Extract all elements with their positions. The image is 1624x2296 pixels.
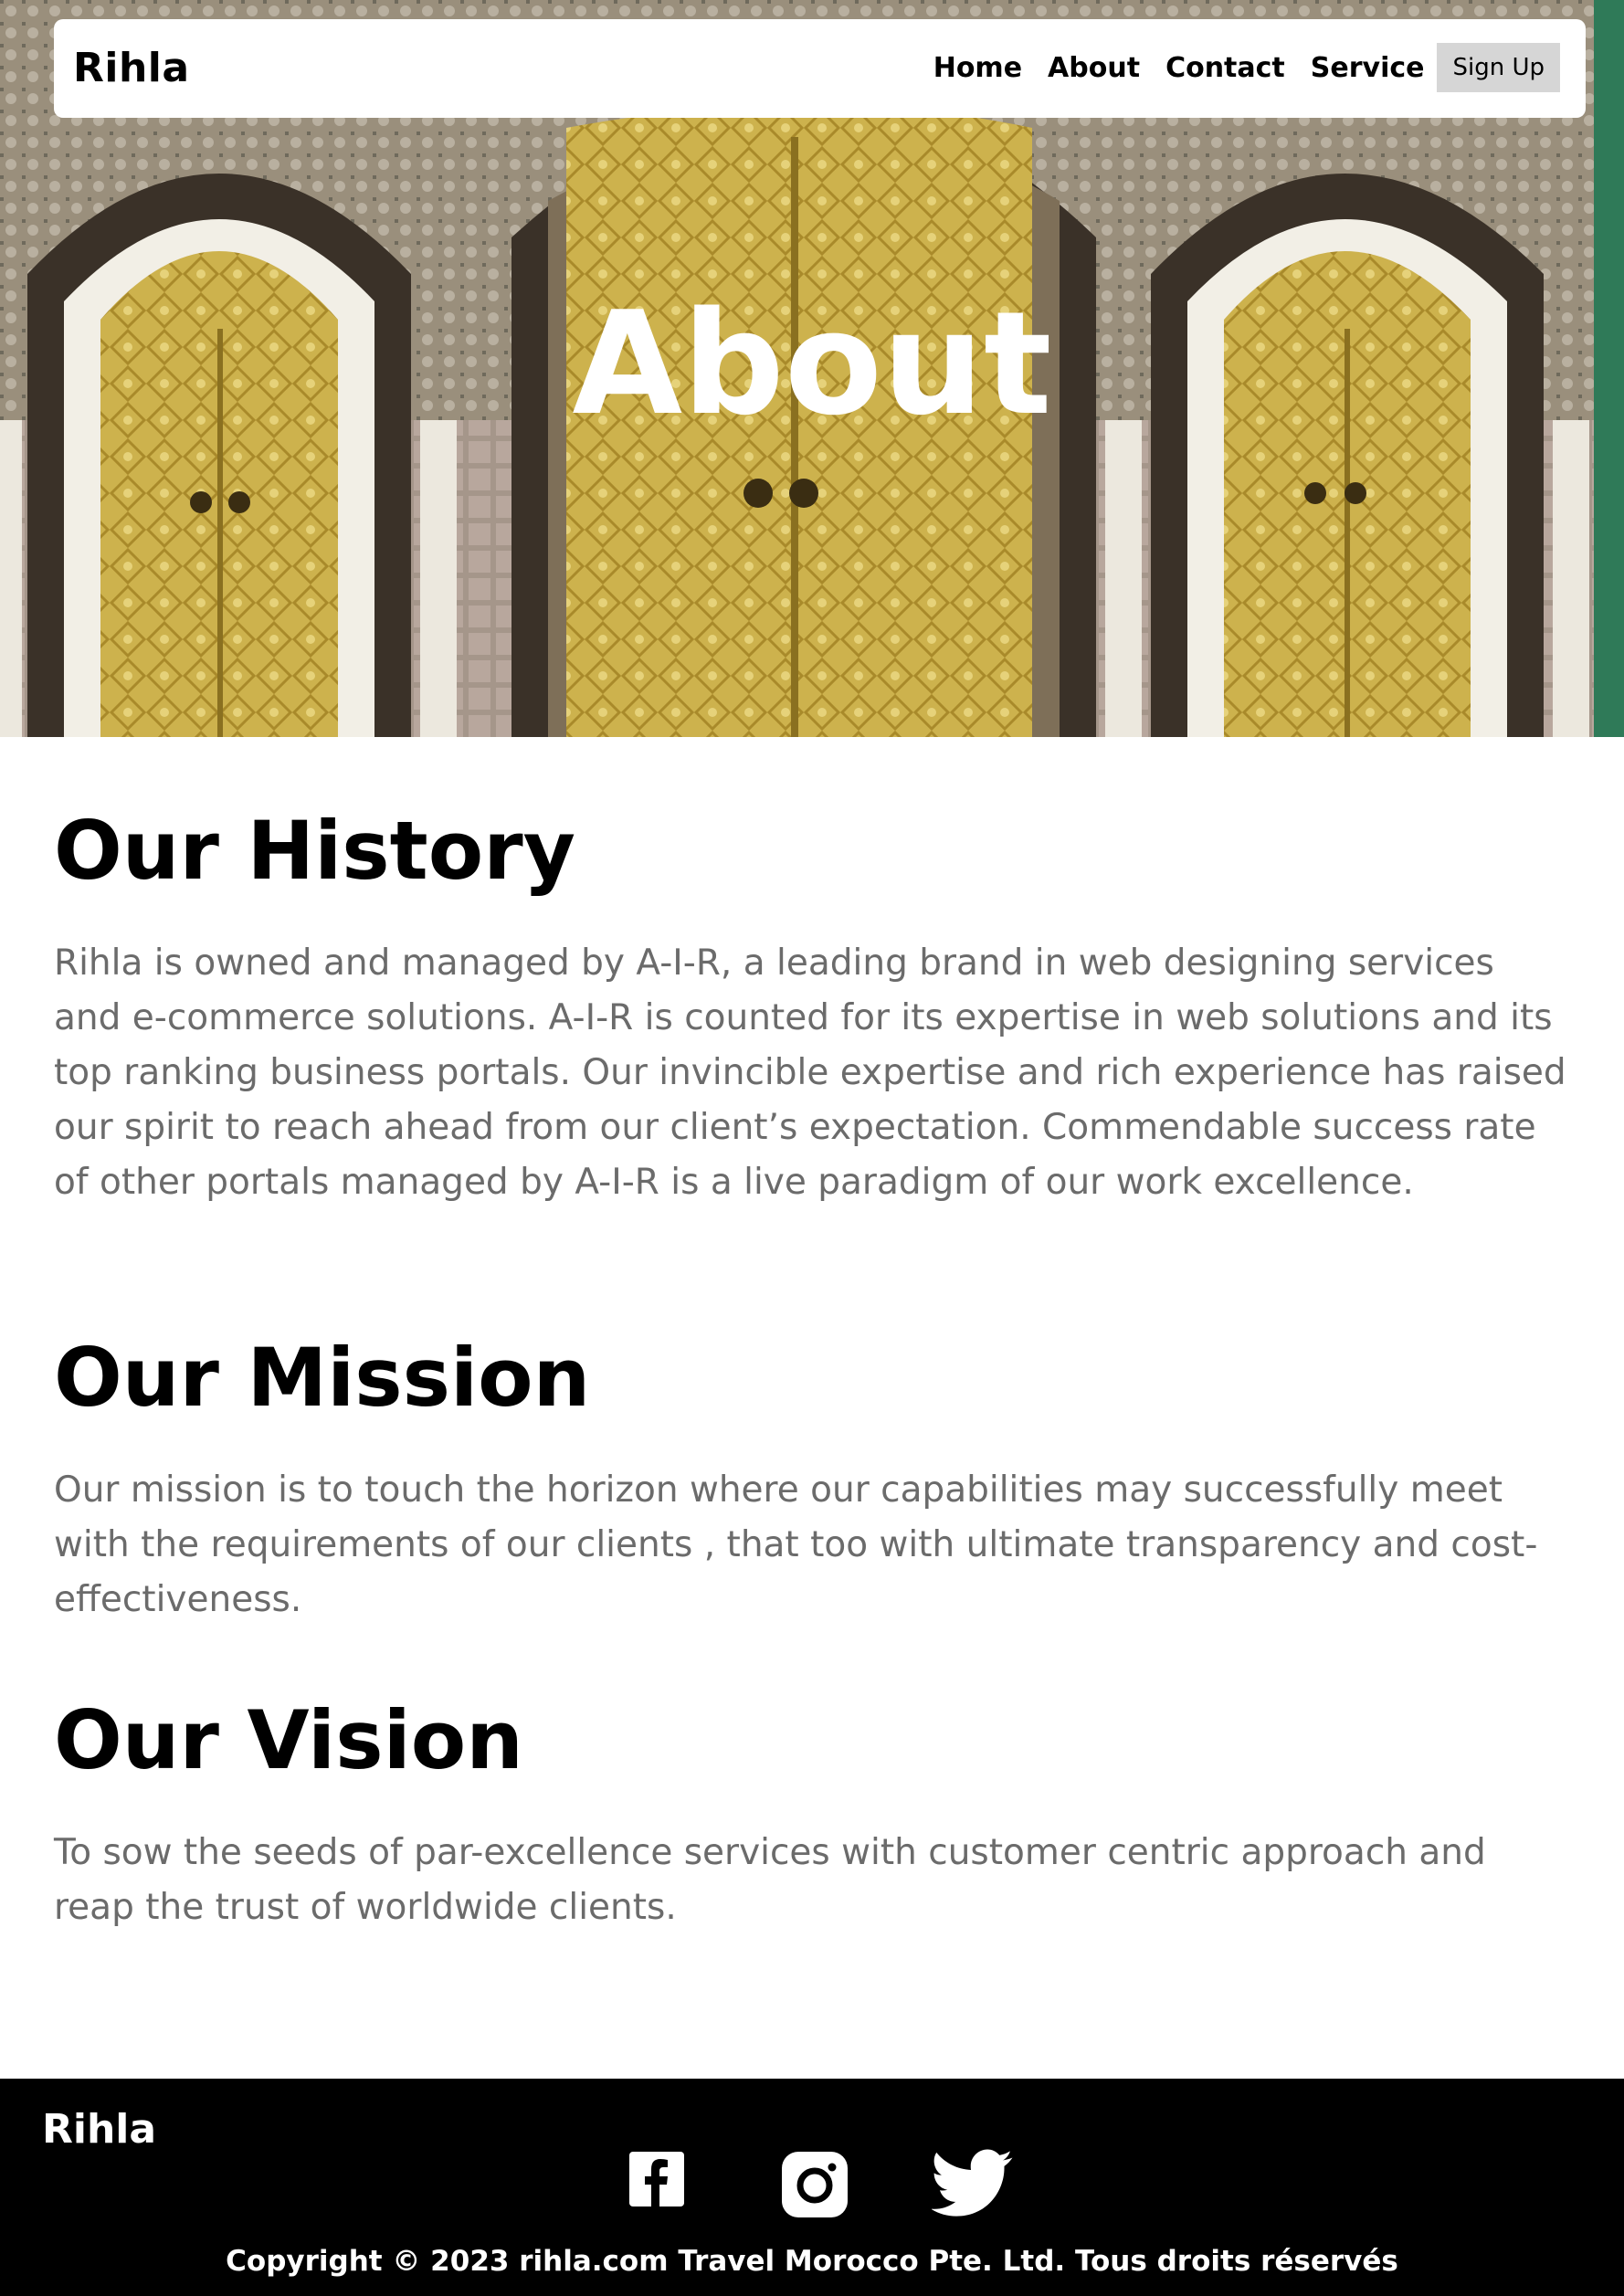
twitter-icon[interactable]	[930, 2148, 1014, 2223]
navbar: Rihla Home About Contact Service Sign Up	[54, 19, 1586, 118]
nav-links: Home About Contact Service Sign Up	[933, 43, 1560, 92]
footer: Rihla Copyright © 2023 rihla.com Travel …	[0, 2079, 1624, 2296]
vision-text: To sow the seeds of par-excellence servi…	[54, 1832, 1486, 1928]
copyright-text: Copyright © 2023 rihla.com Travel Morocc…	[226, 2245, 1398, 2278]
hero-title: About	[572, 280, 1052, 447]
sign-up-button[interactable]: Sign Up	[1437, 43, 1560, 92]
hero-banner: Rihla Home About Contact Service Sign Up…	[0, 0, 1624, 737]
instagram-icon[interactable]	[782, 2152, 848, 2221]
mission-heading: Our Mission	[54, 1331, 591, 1425]
nav-link-service[interactable]: Service	[1311, 52, 1425, 84]
mission-text: Our mission is to touch the horizon wher…	[54, 1469, 1538, 1620]
vision-heading: Our Vision	[54, 1693, 523, 1787]
nav-link-contact[interactable]: Contact	[1165, 52, 1285, 84]
footer-brand: Rihla	[42, 2106, 157, 2153]
facebook-icon[interactable]	[629, 2152, 684, 2210]
nav-link-about[interactable]: About	[1048, 52, 1140, 84]
history-text: Rihla is owned and managed by A-I-R, a l…	[54, 943, 1566, 1203]
brand-logo[interactable]: Rihla	[73, 45, 190, 91]
nav-link-home[interactable]: Home	[933, 52, 1022, 84]
history-heading: Our History	[54, 804, 575, 898]
